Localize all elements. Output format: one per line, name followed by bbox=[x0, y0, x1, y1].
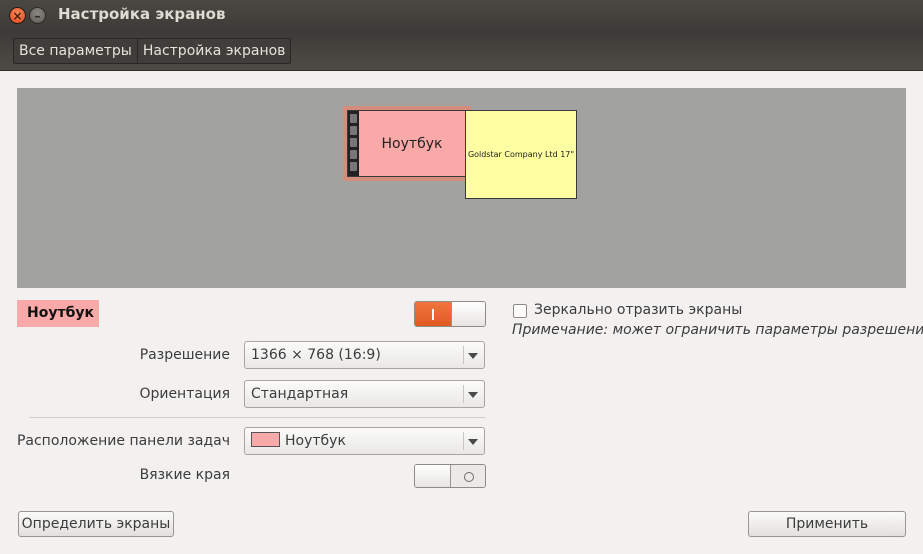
switch-off-half bbox=[451, 465, 485, 487]
selected-display-name: Ноутбук bbox=[17, 300, 99, 327]
launcher-placement-value: Ноутбук bbox=[285, 433, 346, 449]
display-color-swatch bbox=[251, 432, 280, 447]
chevron-down-icon bbox=[468, 353, 478, 359]
mirror-displays-checkbox[interactable] bbox=[513, 304, 527, 318]
resolution-label: Разрешение bbox=[139, 347, 230, 363]
orientation-label: Ориентация bbox=[139, 386, 230, 402]
launcher-placement-select[interactable]: Ноутбук bbox=[244, 427, 485, 455]
launcher-placement-label: Расположение панели задач bbox=[16, 433, 230, 449]
orientation-select[interactable]: Стандартная bbox=[244, 380, 485, 408]
orientation-value: Стандартная bbox=[251, 386, 349, 402]
toolbar: Все параметры Настройка экранов bbox=[0, 31, 923, 71]
display-arrangement-area: Ноутбук Goldstar Company Ltd 17" bbox=[17, 88, 906, 288]
close-icon[interactable]: × bbox=[9, 7, 26, 24]
minimize-icon[interactable]: – bbox=[29, 7, 46, 24]
sticky-edges-switch[interactable] bbox=[414, 464, 486, 488]
breadcrumb-all-settings[interactable]: Все параметры bbox=[14, 39, 137, 63]
monitor-laptop-label: Ноутбук bbox=[381, 135, 443, 152]
display-power-switch[interactable] bbox=[414, 301, 486, 327]
resolution-select[interactable]: 1366 × 768 (16:9) bbox=[244, 341, 485, 369]
sticky-edges-label: Вязкие края bbox=[139, 467, 230, 483]
section-divider bbox=[29, 417, 486, 418]
mirror-note: Примечание: может ограничить параметры р… bbox=[512, 322, 923, 338]
monitor-external[interactable]: Goldstar Company Ltd 17" bbox=[465, 110, 577, 199]
window-titlebar: × – Настройка экранов bbox=[0, 0, 923, 31]
chevron-down-icon bbox=[468, 392, 478, 398]
resolution-value: 1366 × 768 (16:9) bbox=[251, 347, 381, 363]
launcher-strip-icon bbox=[348, 111, 359, 176]
mirror-displays-label[interactable]: Зеркально отразить экраны bbox=[534, 302, 742, 318]
switch-on-half bbox=[415, 302, 451, 326]
monitor-external-label: Goldstar Company Ltd 17" bbox=[467, 150, 575, 159]
switch-knob bbox=[451, 302, 485, 326]
window-title: Настройка экранов bbox=[58, 5, 226, 23]
monitor-laptop[interactable]: Ноутбук bbox=[347, 110, 467, 177]
breadcrumb-displays[interactable]: Настройка экранов bbox=[136, 39, 291, 63]
detect-displays-button[interactable]: Определить экраны bbox=[18, 511, 174, 537]
breadcrumb: Все параметры Настройка экранов bbox=[13, 38, 292, 64]
apply-button[interactable]: Применить bbox=[748, 511, 906, 537]
switch-knob bbox=[415, 465, 451, 487]
chevron-down-icon bbox=[468, 439, 478, 445]
